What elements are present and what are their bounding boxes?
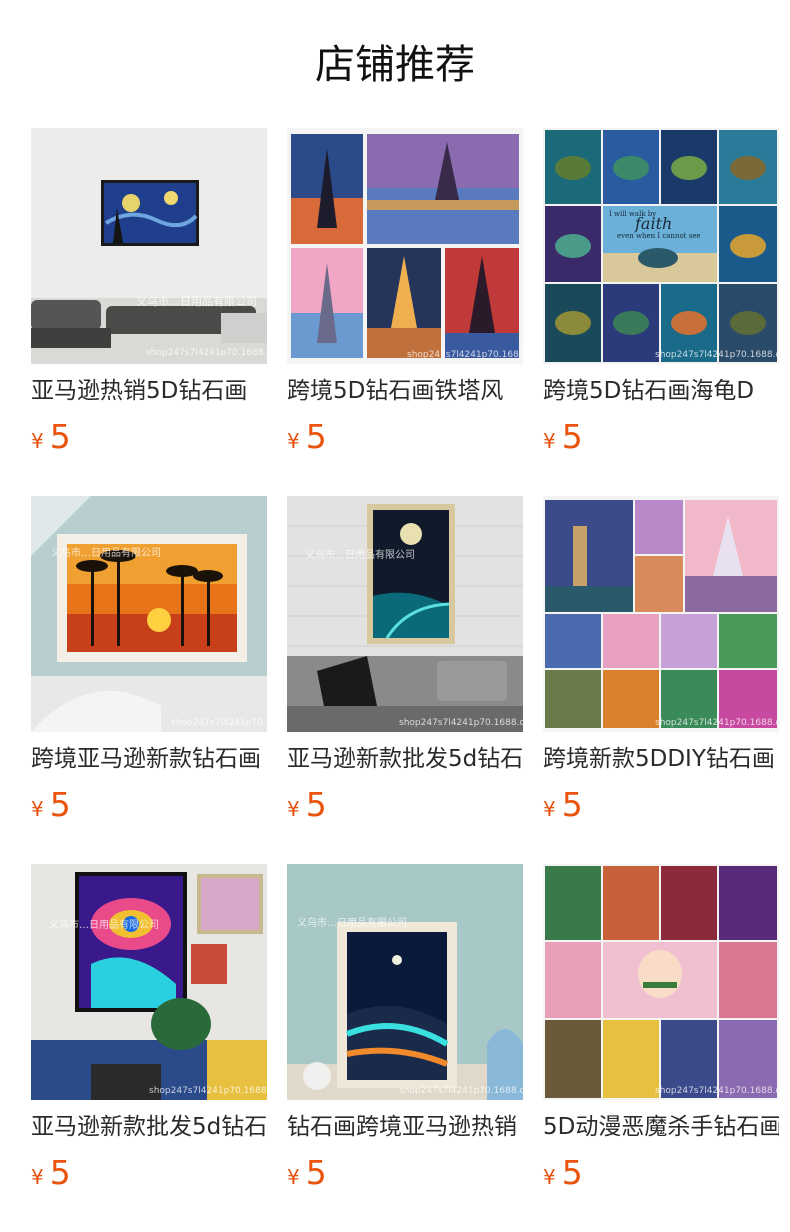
product-title[interactable]: 钻石画跨境亚马逊热销: [287, 1110, 523, 1144]
product-image-anime-collage[interactable]: shop247s7l4241p70.1688.com: [543, 864, 779, 1100]
price-value: 5: [49, 785, 71, 824]
product-title[interactable]: 亚马逊热销5D钻石画: [31, 374, 267, 408]
watermark: shop247s7l4241p70.1688.com: [171, 718, 267, 728]
product-image-palm-sunset[interactable]: shop247s7l4241p70.1688.com 义乌市…日用品有限公司: [31, 496, 267, 732]
product-price: ¥5: [543, 1151, 583, 1201]
currency-symbol: ¥: [543, 429, 556, 453]
product-card[interactable]: shop247s7l4241p70.1688.com 义乌市…日用品有限公司 跨…: [31, 496, 267, 864]
product-card[interactable]: shop247s7l4241p70.1688.com 5D动漫恶魔杀手钻石画 ¥…: [543, 864, 779, 1232]
product-price: ¥5: [543, 415, 583, 465]
product-price: ¥5: [31, 1151, 71, 1201]
product-card[interactable]: shop247s7l4241p70.1688.com 义乌市…日用品有限公司 亚…: [287, 496, 523, 864]
product-image-eiffel-collage[interactable]: shop247s7l4241p70.1688.com: [287, 128, 523, 364]
currency-symbol: ¥: [287, 1165, 300, 1189]
product-title[interactable]: 亚马逊新款批发5d钻石: [31, 1110, 267, 1144]
watermark: shop247s7l4241p70.1688.com: [655, 718, 779, 728]
product-price: ¥5: [31, 415, 71, 465]
currency-symbol: ¥: [31, 1165, 44, 1189]
price-value: 5: [49, 417, 71, 456]
watermark: shop247s7l4241p70.1688.com: [149, 1086, 267, 1096]
currency-symbol: ¥: [543, 1165, 556, 1189]
product-card[interactable]: shop247s7l4241p70.1688.com 跨境新款5DDIY钻石画 …: [543, 496, 779, 864]
product-price: ¥5: [31, 783, 71, 833]
product-price: ¥5: [543, 783, 583, 833]
watermark: 义乌市…日用品有限公司: [297, 918, 407, 929]
product-grid: shop247s7l4241p70.1688.com 义乌市…日用品有限公司 亚…: [31, 128, 779, 1232]
product-title[interactable]: 跨境新款5DDIY钻石画: [543, 742, 779, 776]
product-title[interactable]: 5D动漫恶魔杀手钻石画: [543, 1110, 779, 1144]
watermark: shop247s7l4241p70.1688.com: [399, 1086, 523, 1096]
product-card[interactable]: shop247s7l4241p70.1688.com 义乌市…日用品有限公司 钻…: [287, 864, 523, 1232]
price-value: 5: [561, 1153, 583, 1192]
product-title[interactable]: 跨境亚马逊新款钻石画: [31, 742, 267, 776]
product-image-moon-beach[interactable]: shop247s7l4241p70.1688.com 义乌市…日用品有限公司: [287, 496, 523, 732]
product-card[interactable]: shop247s7l4241p70.1688.com 跨境5D钻石画铁塔风 ¥5: [287, 128, 523, 496]
product-price: ¥5: [287, 783, 327, 833]
product-image-sea-turtle-collage[interactable]: I will walk by faith even when I cannot …: [543, 128, 779, 364]
currency-symbol: ¥: [31, 797, 44, 821]
product-image-glowing-shore[interactable]: shop247s7l4241p70.1688.com 义乌市…日用品有限公司: [287, 864, 523, 1100]
currency-symbol: ¥: [287, 797, 300, 821]
currency-symbol: ¥: [543, 797, 556, 821]
faith-caption: even when I cannot see: [617, 232, 701, 240]
watermark: 义乌市…日用品有限公司: [49, 920, 159, 931]
product-title[interactable]: 跨境5D钻石画铁塔风: [287, 374, 523, 408]
product-price: ¥5: [287, 1151, 327, 1201]
currency-symbol: ¥: [31, 429, 44, 453]
currency-symbol: ¥: [287, 429, 300, 453]
product-image-starry-night[interactable]: shop247s7l4241p70.1688.com 义乌市…日用品有限公司: [31, 128, 267, 364]
price-value: 5: [49, 1153, 71, 1192]
price-value: 5: [305, 417, 327, 456]
product-card[interactable]: I will walk by faith even when I cannot …: [543, 128, 779, 496]
product-title[interactable]: 亚马逊新款批发5d钻石: [287, 742, 523, 776]
price-value: 5: [305, 785, 327, 824]
product-image-psychedelic-face[interactable]: shop247s7l4241p70.1688.com 义乌市…日用品有限公司: [31, 864, 267, 1100]
watermark: 义乌市…日用品有限公司: [136, 295, 257, 308]
faith-caption: faith: [635, 214, 673, 233]
watermark: shop247s7l4241p70.1688.com: [146, 348, 267, 358]
product-title[interactable]: 跨境5D钻石画海龟D: [543, 374, 779, 408]
watermark: shop247s7l4241p70.1688.com: [655, 350, 779, 360]
price-value: 5: [305, 1153, 327, 1192]
watermark: shop247s7l4241p70.1688.com: [399, 718, 523, 728]
watermark: 义乌市…日用品有限公司: [305, 550, 415, 561]
product-image-fantasy-castle-collage[interactable]: shop247s7l4241p70.1688.com: [543, 496, 779, 732]
watermark: shop247s7l4241p70.1688.com: [655, 1086, 779, 1096]
product-card[interactable]: shop247s7l4241p70.1688.com 义乌市…日用品有限公司 亚…: [31, 128, 267, 496]
watermark: shop247s7l4241p70.1688.com: [407, 350, 523, 360]
page-title: 店铺推荐: [315, 42, 475, 88]
watermark: 义乌市…日用品有限公司: [51, 548, 161, 559]
price-value: 5: [561, 417, 583, 456]
product-card[interactable]: shop247s7l4241p70.1688.com 义乌市…日用品有限公司 亚…: [31, 864, 267, 1232]
price-value: 5: [561, 785, 583, 824]
product-price: ¥5: [287, 415, 327, 465]
